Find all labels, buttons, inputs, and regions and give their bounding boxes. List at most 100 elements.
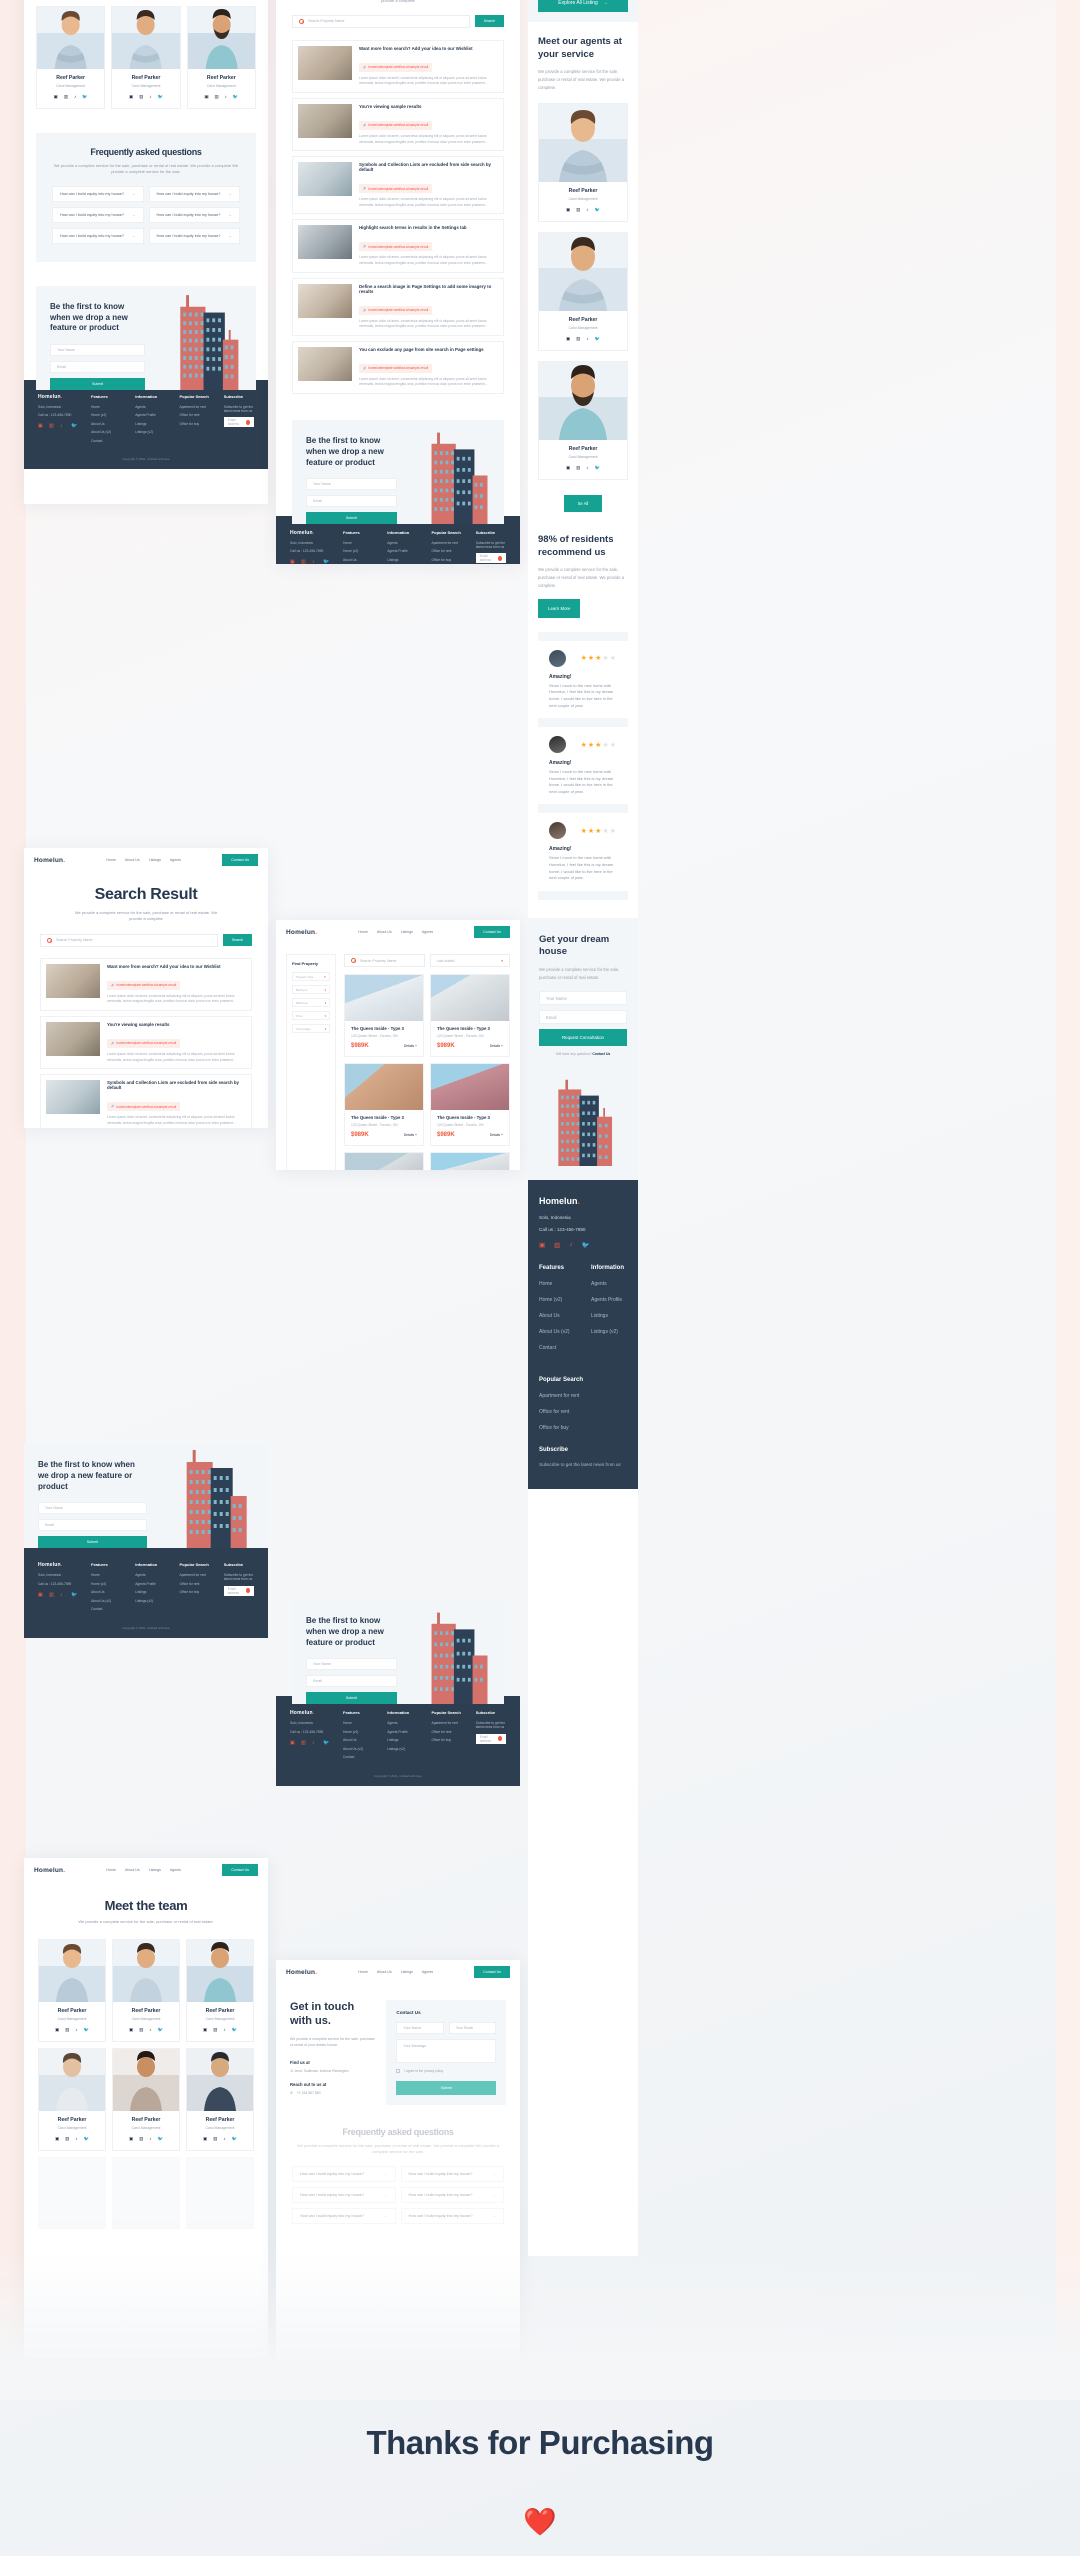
footer-link[interactable]: Apartment for rent xyxy=(180,1573,210,1577)
agent-socials[interactable]: ▣ ▥ ♪ 🐦 xyxy=(113,2027,179,2033)
submit-arrow-icon[interactable] xyxy=(245,419,250,425)
twitter-icon[interactable]: 🐦 xyxy=(71,1592,77,1598)
arrow-right-icon[interactable]: → xyxy=(492,2172,496,2176)
twitter-icon[interactable]: 🐦 xyxy=(323,1740,329,1746)
arrow-right-icon[interactable]: → xyxy=(384,2214,388,2218)
result-title[interactable]: You can exclude any page from site searc… xyxy=(359,347,498,352)
tiktok-icon[interactable]: ♪ xyxy=(586,336,588,342)
footer-link[interactable]: Apartment for rent xyxy=(180,405,210,409)
linkedin-icon[interactable]: ▥ xyxy=(65,2027,69,2033)
faq-item[interactable]: How can I build equity into my house? → xyxy=(148,185,240,202)
filter-bedroom[interactable]: Bedroom ▾ xyxy=(292,985,330,994)
footer-link[interactable]: Listings xyxy=(135,422,165,426)
contact-submit-button[interactable]: Submit xyxy=(396,2081,496,2095)
footer-link[interactable]: Office for rent xyxy=(539,1409,627,1415)
footer-subscribe-input[interactable]: Email address xyxy=(223,1585,254,1596)
agent-socials[interactable]: ▣ ▥ ♪ 🐦 xyxy=(112,94,179,100)
property-card[interactable]: The Queen Inside - Type 3123 Queen Stree… xyxy=(344,1152,424,1170)
footer-link[interactable]: Home xyxy=(91,405,121,409)
nav-link-home[interactable]: Home xyxy=(106,858,116,862)
nav-link-agents[interactable]: Agents xyxy=(422,930,433,934)
arrow-right-icon[interactable]: → xyxy=(492,2193,496,2197)
linkedin-icon[interactable]: ▥ xyxy=(49,1592,55,1598)
tiktok-icon[interactable]: ♪ xyxy=(586,207,588,213)
search-input[interactable]: Search Property Name xyxy=(40,933,218,947)
tiktok-icon[interactable]: ♪ xyxy=(149,2136,151,2142)
footer-link[interactable]: About Us (v2) xyxy=(91,1599,121,1603)
instagram-icon[interactable]: ▣ xyxy=(203,2027,207,2033)
nav-link-agents[interactable]: Agents xyxy=(422,1970,433,1974)
instagram-icon[interactable]: ▣ xyxy=(204,94,208,100)
nav-link-listings[interactable]: Listings xyxy=(401,1970,413,1974)
result-title[interactable]: Highlight search terms in results in the… xyxy=(359,225,498,230)
footer-socials[interactable]: ▣ ▥ ♪ 🐦 xyxy=(539,1241,627,1249)
footer-link[interactable]: Contact xyxy=(539,1345,575,1351)
result-url-tag[interactable]: 🔗 homeluntemplate.webflow.io/sample-resul… xyxy=(107,980,181,990)
nav-link-home[interactable]: Home xyxy=(358,1970,368,1974)
agent-card[interactable]: Reef Parker Carol Management ▣ ▥ ♪ 🐦 xyxy=(112,2048,180,2152)
newsletter-email-input[interactable]: Email xyxy=(38,1519,147,1532)
newsletter-submit-button[interactable]: Submit xyxy=(306,1692,397,1704)
linkedin-icon[interactable]: ▥ xyxy=(65,2136,69,2142)
privacy-checkbox[interactable] xyxy=(396,2069,401,2073)
agent-card[interactable]: Reef Parker Carol Management ▣ ▥ ♪ 🐦 xyxy=(538,232,628,352)
property-card[interactable]: The Queen Inside - Type 3123 Queen Stree… xyxy=(344,1063,424,1146)
twitter-icon[interactable]: 🐦 xyxy=(595,465,600,471)
footer-link[interactable]: Agents Profile xyxy=(387,549,417,553)
footer-link[interactable]: Home (v2) xyxy=(91,413,121,417)
explore-all-listing-button[interactable]: Explore All Listing → xyxy=(538,0,628,12)
twitter-icon[interactable]: 🐦 xyxy=(84,2136,89,2142)
footer-link[interactable]: Home xyxy=(343,541,373,545)
linkedin-icon[interactable]: ▥ xyxy=(301,559,307,564)
instagram-icon[interactable]: ▣ xyxy=(290,559,296,564)
brand-logo[interactable]: Homelun. xyxy=(34,1867,65,1874)
agent-socials[interactable]: ▣ ▥ ♪ 🐦 xyxy=(113,2136,179,2142)
tiktok-icon[interactable]: ♪ xyxy=(60,423,66,429)
footer-link[interactable]: About Us xyxy=(91,422,121,426)
linkedin-icon[interactable]: ▥ xyxy=(49,423,55,429)
footer-socials[interactable]: ▣ ▥ ♪ 🐦 xyxy=(290,1740,329,1746)
contact-us-button[interactable]: Contact Us xyxy=(474,926,510,938)
twitter-icon[interactable]: 🐦 xyxy=(323,559,329,564)
nav-link-about-us[interactable]: About Us xyxy=(125,858,140,862)
footer-link[interactable]: Home (v2) xyxy=(343,1730,373,1734)
agent-socials[interactable]: ▣ ▥ ♪ 🐦 xyxy=(37,94,104,100)
agent-card[interactable]: Reef Parker Carol Management ▣ ▥ ♪ 🐦 xyxy=(111,6,181,109)
nav-link-home[interactable]: Home xyxy=(106,1868,116,1872)
linkedin-icon[interactable]: ▥ xyxy=(213,2027,217,2033)
agent-card[interactable]: Reef Parker Carol Management ▣ ▥ ♪ 🐦 xyxy=(38,2048,106,2152)
agent-card[interactable]: Reef Parker Carol Management ▣ ▥ ♪ 🐦 xyxy=(538,361,628,481)
tiktok-icon[interactable]: ♪ xyxy=(149,94,151,100)
property-details-button[interactable]: Details + xyxy=(490,1044,503,1048)
linkedin-icon[interactable]: ▥ xyxy=(554,1241,560,1249)
tiktok-icon[interactable]: ♪ xyxy=(569,1241,572,1249)
arrow-right-icon[interactable]: → xyxy=(384,2172,388,2176)
newsletter-name-input[interactable]: Your Name xyxy=(306,1658,397,1671)
footer-link[interactable]: Home (v2) xyxy=(91,1582,121,1586)
filter-sq-footage[interactable]: Sq Footage ▾ xyxy=(292,1024,330,1033)
tiktok-icon[interactable]: ♪ xyxy=(223,2027,225,2033)
property-card[interactable]: The Queen Inside - Type 3123 Queen Stree… xyxy=(430,974,510,1057)
result-title[interactable]: Symbols and Collection Lists are exclude… xyxy=(107,1080,246,1090)
instagram-icon[interactable]: ▣ xyxy=(129,94,133,100)
linkedin-icon[interactable]: ▥ xyxy=(301,1740,307,1746)
footer-link[interactable]: Agents Profile xyxy=(135,1582,165,1586)
faq-item[interactable]: How can I build equity into my house? → xyxy=(52,206,144,223)
footer-link[interactable]: Agents xyxy=(135,405,165,409)
instagram-icon[interactable]: ▣ xyxy=(129,2027,133,2033)
newsletter-submit-button[interactable]: Submit xyxy=(306,512,397,524)
agent-card[interactable] xyxy=(112,2157,180,2230)
instagram-icon[interactable]: ▣ xyxy=(203,2136,207,2142)
footer-link[interactable]: Home (v2) xyxy=(343,549,373,553)
linkedin-icon[interactable]: ▥ xyxy=(214,94,218,100)
footer-link[interactable]: Agents xyxy=(387,541,417,545)
agent-card[interactable] xyxy=(186,2157,254,2230)
result-title[interactable]: Want more from search? Add your idea to … xyxy=(359,46,498,51)
twitter-icon[interactable]: 🐦 xyxy=(233,94,238,100)
linkedin-icon[interactable]: ▥ xyxy=(139,2136,143,2142)
brand-logo[interactable]: Homelun. xyxy=(34,857,65,864)
footer-link[interactable]: Home (v2) xyxy=(539,1297,575,1303)
footer-link[interactable]: Listings xyxy=(591,1313,627,1319)
tiktok-icon[interactable]: ♪ xyxy=(75,2136,77,2142)
agent-card[interactable]: Reef Parker Carol Management ▣ ▥ ♪ 🐦 xyxy=(112,1939,180,2043)
